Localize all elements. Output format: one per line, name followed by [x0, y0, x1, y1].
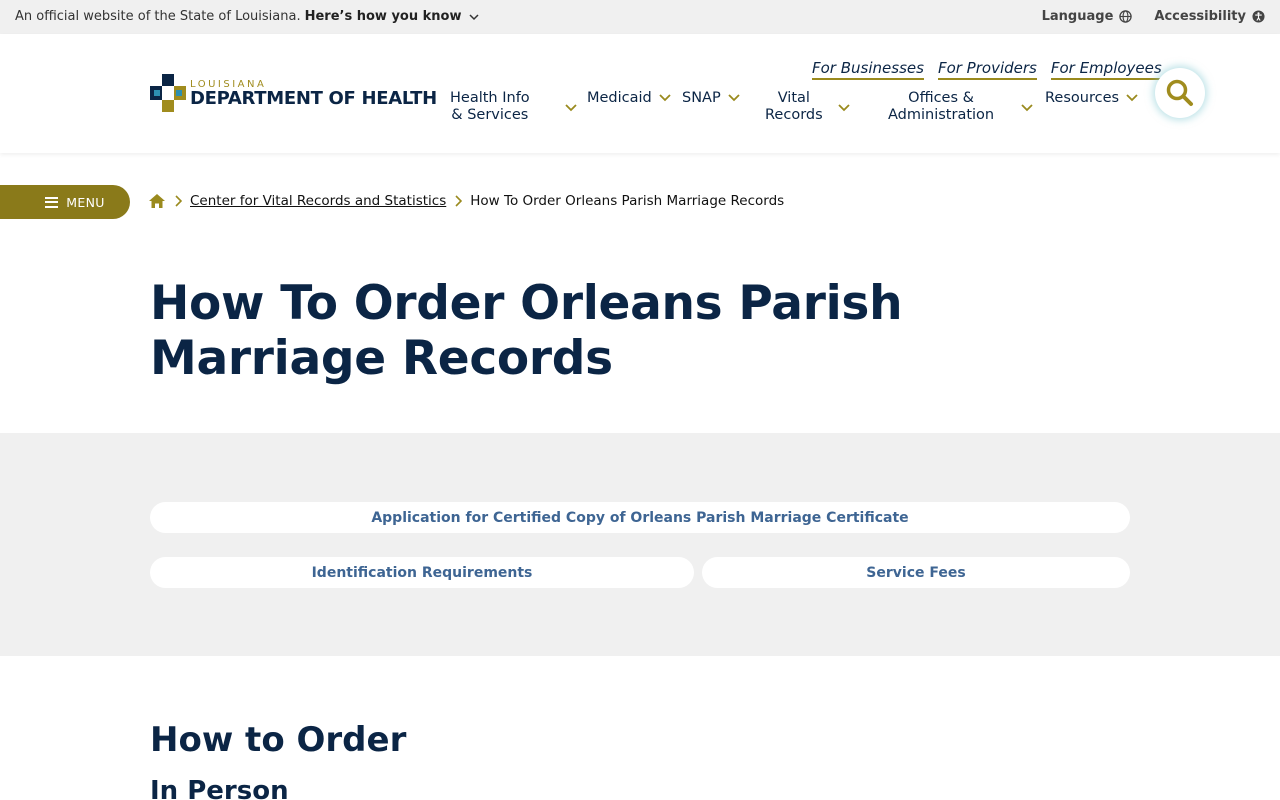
quick-links-section: Application for Certified Copy of Orlean…	[0, 433, 1280, 656]
for-employees-link[interactable]: For Employees	[1050, 59, 1162, 80]
main-nav: Health Info & Services Medicaid SNAP Vita…	[0, 90, 1280, 130]
accessibility-label: Accessibility	[1154, 9, 1246, 24]
site-header: LOUISIANA DEPARTMENT OF HEALTH For Busin…	[0, 34, 1280, 153]
section-heading: How to Order	[150, 720, 407, 760]
service-fees-link[interactable]: Service Fees	[702, 557, 1130, 588]
official-text: An official website of the State of Loui…	[15, 9, 301, 24]
page-title: How To Order Orleans Parish Marriage Rec…	[150, 276, 903, 386]
breadcrumb-current: How To Order Orleans Parish Marriage Rec…	[470, 193, 785, 209]
menu-button[interactable]: MENU	[0, 185, 130, 219]
nav-label: SNAP	[682, 90, 721, 106]
breadcrumb: Center for Vital Records and Statistics …	[148, 193, 784, 209]
nav-snap[interactable]: SNAP	[682, 90, 741, 107]
chevron-down-icon	[565, 104, 577, 112]
identification-requirements-link[interactable]: Identification Requirements	[150, 557, 694, 588]
chevron-down-icon	[1021, 104, 1033, 112]
for-providers-link[interactable]: For Providers	[937, 59, 1037, 80]
accessibility-icon	[1252, 10, 1265, 23]
nav-label: Vital	[777, 90, 810, 106]
nav-label: Records	[765, 107, 823, 123]
nav-medicaid[interactable]: Medicaid	[587, 90, 672, 107]
application-link[interactable]: Application for Certified Copy of Orlean…	[150, 502, 1130, 533]
nav-label: Medicaid	[587, 90, 652, 106]
section-subheading: In Person	[150, 776, 289, 800]
chevron-down-icon	[469, 13, 480, 20]
language-button[interactable]: Language	[1042, 9, 1133, 24]
for-businesses-link[interactable]: For Businesses	[812, 59, 924, 80]
chevron-down-icon	[838, 104, 850, 112]
nav-resources[interactable]: Resources	[1045, 90, 1139, 107]
audience-links: For Businesses For Providers For Employe…	[812, 59, 1176, 80]
how-you-know-link[interactable]: Here’s how you know	[305, 9, 462, 24]
search-button[interactable]	[1155, 68, 1205, 118]
chevron-down-icon	[728, 94, 740, 102]
search-icon	[1166, 79, 1193, 106]
nav-label: Health Info	[450, 90, 530, 106]
nav-label: Resources	[1045, 90, 1120, 106]
home-icon[interactable]	[148, 193, 166, 209]
official-notice[interactable]: An official website of the State of Loui…	[15, 9, 480, 24]
language-label: Language	[1041, 9, 1114, 24]
accessibility-button[interactable]: Accessibility	[1154, 9, 1265, 24]
menu-label: MENU	[66, 194, 105, 210]
nav-health-info[interactable]: Health Info & Services	[450, 90, 578, 124]
nav-label: Offices &	[908, 90, 974, 106]
utility-links: Language Accessibility	[1020, 9, 1265, 24]
chevron-right-icon	[455, 195, 463, 207]
chevron-down-icon	[659, 94, 671, 102]
chevron-down-icon	[1126, 94, 1138, 102]
hamburger-icon	[45, 196, 59, 208]
globe-icon	[1119, 10, 1133, 23]
chevron-right-icon	[175, 195, 182, 207]
breadcrumb-parent-link[interactable]: Center for Vital Records and Statistics	[190, 193, 446, 209]
nav-offices-administration[interactable]: Offices & Administration	[888, 90, 1034, 124]
nav-label: & Services	[451, 107, 529, 123]
nav-vital-records[interactable]: Vital Records	[765, 90, 851, 124]
nav-label: Administration	[888, 107, 995, 123]
official-banner: An official website of the State of Loui…	[0, 0, 1280, 34]
